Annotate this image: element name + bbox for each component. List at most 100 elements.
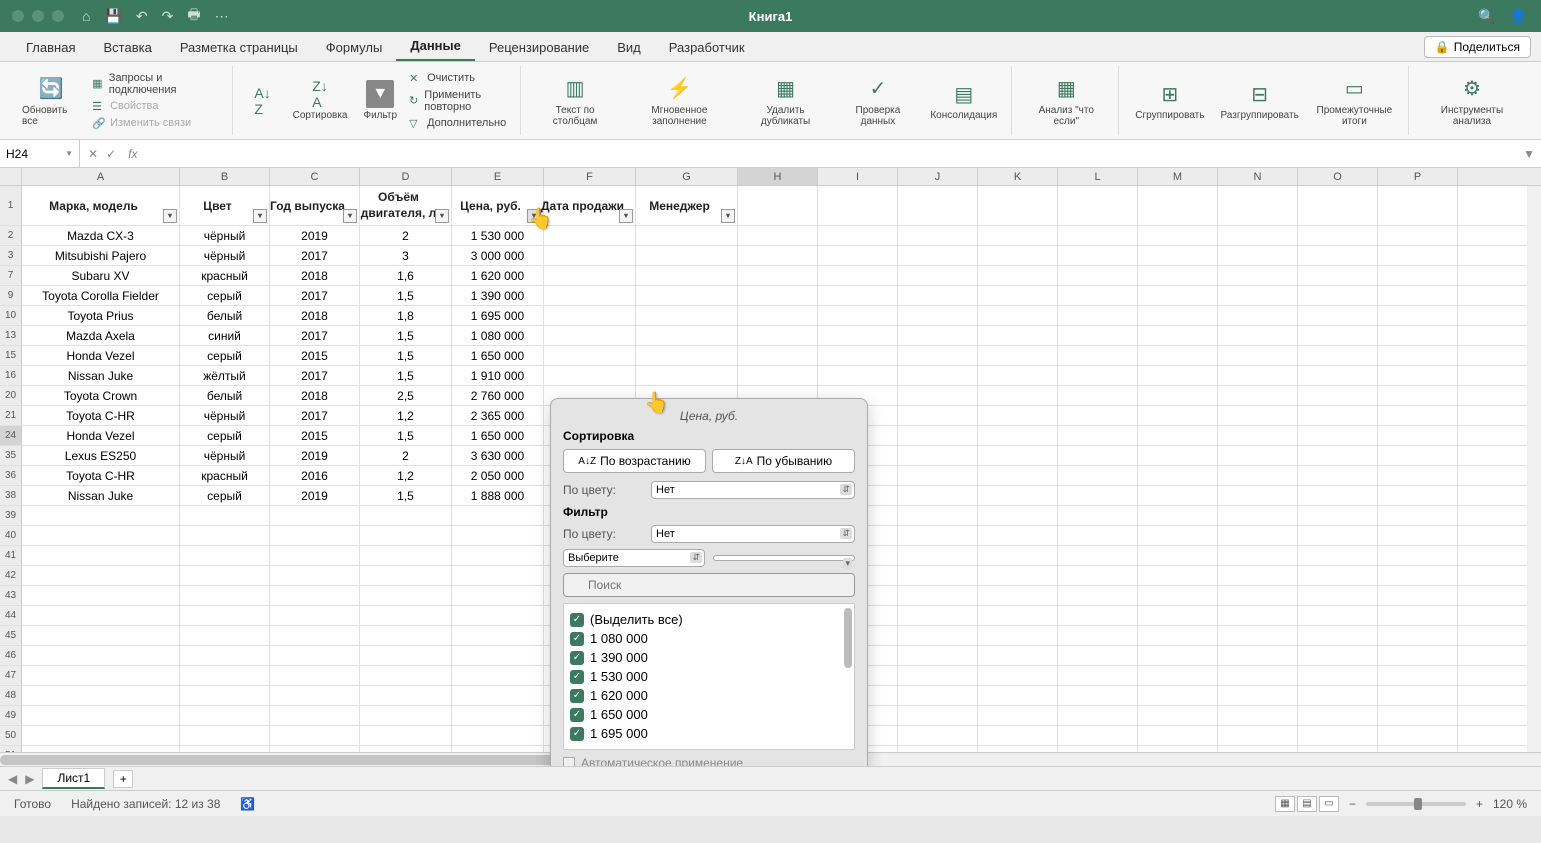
cell[interactable] [1378,626,1458,645]
cell[interactable] [636,266,738,285]
cell[interactable] [270,626,360,645]
row-header[interactable]: 3 [0,246,22,265]
cell[interactable] [22,546,180,565]
spreadsheet-grid[interactable]: A B C D E F G H I J K L M N O P 1 Марка,… [0,168,1541,766]
select-all-item[interactable]: ✓(Выделить все) [570,610,848,629]
cell[interactable] [180,566,270,585]
col-header-L[interactable]: L [1058,168,1138,185]
print-icon[interactable]: 🖶 [187,4,200,28]
cell[interactable] [270,586,360,605]
cell[interactable]: Subaru XV [22,266,180,285]
row-header[interactable]: 50 [0,726,22,745]
cell[interactable] [360,506,452,525]
cell[interactable]: 1,2 [360,406,452,425]
filter-dropdown-G[interactable]: ▾ [721,209,735,223]
cell[interactable] [978,406,1058,425]
advanced-button[interactable]: ▽Дополнительно [409,117,510,130]
col-header-C[interactable]: C [270,168,360,185]
cell[interactable]: 1,5 [360,286,452,305]
cell[interactable] [180,706,270,725]
tab-view[interactable]: Вид [603,34,655,61]
cell[interactable]: 2017 [270,366,360,385]
sheet-tab-1[interactable]: Лист1 [42,768,105,789]
cell[interactable] [978,226,1058,245]
cell[interactable]: 3 000 000 [452,246,544,265]
cell[interactable]: Toyota Crown [22,386,180,405]
cell[interactable]: 1 080 000 [452,326,544,345]
cell[interactable] [452,726,544,745]
cell[interactable]: жёлтый [180,366,270,385]
cell[interactable] [738,246,818,265]
cell[interactable] [978,626,1058,645]
cell[interactable]: 3 [360,246,452,265]
cell[interactable] [1138,546,1218,565]
cell[interactable] [1138,446,1218,465]
cell[interactable] [1138,266,1218,285]
cell[interactable] [1298,446,1378,465]
cell[interactable] [1218,606,1298,625]
name-box[interactable]: H24 ▼ [0,140,80,167]
cell[interactable]: 1,5 [360,426,452,445]
next-sheet-icon[interactable]: ▶ [25,772,34,786]
cell[interactable] [180,546,270,565]
col-header-D[interactable]: D [360,168,452,185]
cell[interactable] [898,686,978,705]
cell[interactable] [1058,366,1138,385]
cell[interactable] [1298,426,1378,445]
cell[interactable] [898,466,978,485]
cell[interactable] [818,266,898,285]
cell[interactable] [1378,446,1458,465]
cell[interactable] [1058,546,1138,565]
cell[interactable] [1138,586,1218,605]
cell[interactable] [978,566,1058,585]
cell[interactable] [1058,386,1138,405]
cell[interactable] [180,646,270,665]
search-icon[interactable]: 🔍 [1478,8,1495,25]
cell[interactable] [978,426,1058,445]
row-header[interactable]: 39 [0,506,22,525]
cell[interactable] [1298,406,1378,425]
cell[interactable] [978,706,1058,725]
cell[interactable] [180,606,270,625]
row-header[interactable]: 13 [0,326,22,345]
cell[interactable] [270,566,360,585]
cell[interactable]: 2,5 [360,386,452,405]
cell[interactable] [270,706,360,725]
cell[interactable] [544,366,636,385]
minimize-window-icon[interactable] [32,10,44,22]
cell[interactable] [1378,426,1458,445]
cell[interactable] [360,726,452,745]
home-icon[interactable]: ⌂ [82,8,90,24]
col-header-N[interactable]: N [1218,168,1298,185]
filter-dropdown-A[interactable]: ▾ [163,209,177,223]
zoom-in-button[interactable]: + [1476,797,1483,811]
sort-color-select[interactable]: Нет⇵ [651,481,855,499]
cell[interactable] [1138,386,1218,405]
cell[interactable] [1138,306,1218,325]
cell[interactable] [898,246,978,265]
cell[interactable] [452,506,544,525]
cell[interactable] [898,506,978,525]
cell[interactable] [1138,286,1218,305]
cell[interactable] [1138,346,1218,365]
cell[interactable] [1298,666,1378,685]
cell[interactable]: чёрный [180,406,270,425]
user-icon[interactable]: 👤 [1510,8,1527,25]
cell[interactable] [1378,406,1458,425]
prev-sheet-icon[interactable]: ◀ [8,772,17,786]
filter-dropdown-E[interactable]: ▾ [527,209,541,223]
cell[interactable]: 2016 [270,466,360,485]
cell[interactable] [1378,606,1458,625]
filter-value-item[interactable]: ✓1 695 000 [570,724,848,743]
cell[interactable] [1218,626,1298,645]
cell[interactable] [978,526,1058,545]
cell[interactable] [978,286,1058,305]
page-break-button[interactable]: ▭ [1319,796,1339,812]
cell[interactable] [738,286,818,305]
cell[interactable] [1218,686,1298,705]
cell[interactable] [1218,706,1298,725]
filter-value-item[interactable]: ✓1 080 000 [570,629,848,648]
cell[interactable]: серый [180,486,270,505]
cell[interactable] [818,306,898,325]
cell[interactable] [22,606,180,625]
